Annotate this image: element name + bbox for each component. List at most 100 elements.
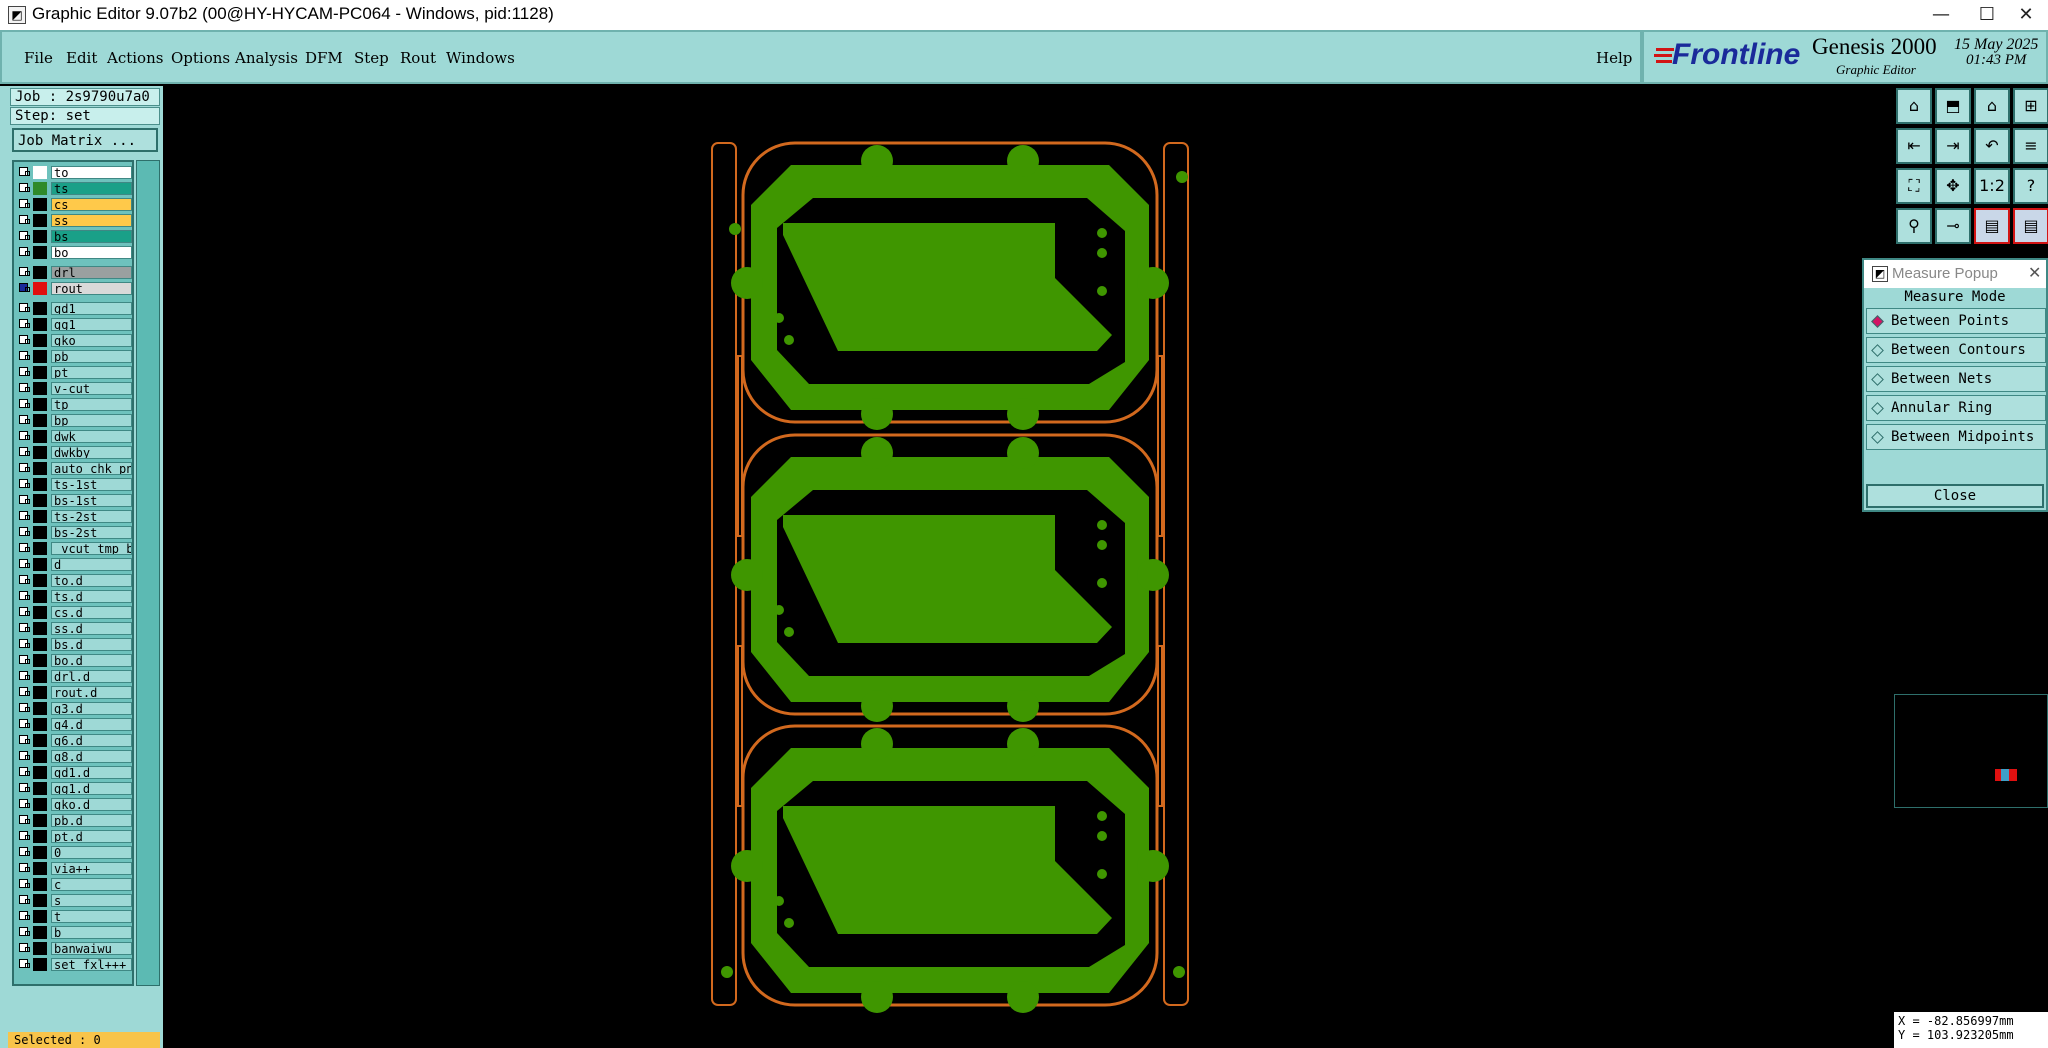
- layer-color-swatch[interactable]: [33, 282, 47, 295]
- layer-color-swatch[interactable]: [33, 894, 47, 907]
- layer-name[interactable]: via++: [51, 862, 132, 875]
- layer-name[interactable]: d: [51, 558, 132, 571]
- layer-checkbox[interactable]: [19, 215, 30, 224]
- layer-color-swatch[interactable]: [33, 830, 47, 843]
- layer-row-bs[interactable]: bs: [16, 230, 132, 243]
- layer-row-ts-2st[interactable]: ts-2st: [16, 510, 132, 523]
- layer-name[interactable]: rout: [51, 282, 132, 295]
- layer-color-swatch[interactable]: [33, 198, 47, 211]
- layer-name[interactable]: gko: [51, 334, 132, 347]
- layer-row-to-d[interactable]: to.d: [16, 574, 132, 587]
- layer-row-bs-1st[interactable]: bs-1st: [16, 494, 132, 507]
- layer-checkbox[interactable]: [19, 247, 30, 256]
- menu-dfm[interactable]: DFM: [305, 49, 343, 67]
- layer-name[interactable]: tp: [51, 398, 132, 411]
- pan-left-icon[interactable]: ⇤: [1896, 128, 1932, 164]
- layer-name[interactable]: bo.d: [51, 654, 132, 667]
- layer-name[interactable]: ts.d: [51, 590, 132, 603]
- layer-compare-2-icon[interactable]: ▤: [2013, 208, 2048, 244]
- layer-name[interactable]: ts-2st: [51, 510, 132, 523]
- layer-checkbox[interactable]: [19, 383, 30, 392]
- layer-color-swatch[interactable]: [33, 350, 47, 363]
- layer-name[interactable]: cs: [51, 198, 132, 211]
- layer-name[interactable]: ss: [51, 214, 132, 227]
- layer-checkbox[interactable]: [19, 367, 30, 376]
- layer-color-swatch[interactable]: [33, 654, 47, 667]
- layer-row-gd1[interactable]: gd1: [16, 302, 132, 315]
- layer-row-ts[interactable]: ts: [16, 182, 132, 195]
- layer-color-swatch[interactable]: [33, 382, 47, 395]
- layer-color-swatch[interactable]: [33, 430, 47, 443]
- layer-color-swatch[interactable]: [33, 230, 47, 243]
- measure-option-between-nets[interactable]: Between Nets: [1866, 366, 2046, 392]
- layer-color-swatch[interactable]: [33, 638, 47, 651]
- layer-row-ts-d[interactable]: ts.d: [16, 590, 132, 603]
- layer-name[interactable]: bs-2st: [51, 526, 132, 539]
- layer-color-swatch[interactable]: [33, 478, 47, 491]
- layer-color-swatch[interactable]: [33, 214, 47, 227]
- zoom-in-icon[interactable]: ⬒: [1935, 88, 1971, 124]
- menu-options[interactable]: Options: [171, 49, 230, 67]
- job-matrix-button[interactable]: Job Matrix ...: [12, 128, 158, 152]
- layer-name[interactable]: gd1: [51, 302, 132, 315]
- layer-name[interactable]: to: [51, 166, 132, 179]
- menu-actions[interactable]: Actions: [107, 49, 163, 67]
- layer-color-swatch[interactable]: [33, 558, 47, 571]
- layer-name[interactable]: v-cut: [51, 382, 132, 395]
- layer-row-bs-d[interactable]: bs.d: [16, 638, 132, 651]
- layer-color-swatch[interactable]: [33, 750, 47, 763]
- layer-row-to[interactable]: to: [16, 166, 132, 179]
- menu-step[interactable]: Step: [354, 49, 389, 67]
- layer-name[interactable]: bp: [51, 414, 132, 427]
- layer-name[interactable]: c: [51, 878, 132, 891]
- layer-color-swatch[interactable]: [33, 266, 47, 279]
- layer-checkbox[interactable]: [19, 879, 30, 888]
- layer-row-rout[interactable]: rout: [16, 282, 132, 295]
- layer-color-swatch[interactable]: [33, 182, 47, 195]
- layer-checkbox[interactable]: [19, 399, 30, 408]
- layer-color-swatch[interactable]: [33, 926, 47, 939]
- menu-windows[interactable]: Windows: [446, 49, 515, 67]
- layer-checkbox[interactable]: [19, 167, 30, 176]
- layer-checkbox[interactable]: [19, 463, 30, 472]
- layer-color-swatch[interactable]: [33, 910, 47, 923]
- close-icon[interactable]: ✕: [2028, 263, 2041, 282]
- layer-color-swatch[interactable]: [33, 798, 47, 811]
- layer-row-ss[interactable]: ss: [16, 214, 132, 227]
- layer-color-swatch[interactable]: [33, 542, 47, 555]
- layer-checkbox[interactable]: [19, 719, 30, 728]
- layer-row-t[interactable]: t: [16, 910, 132, 923]
- layer-row-cs[interactable]: cs: [16, 198, 132, 211]
- layer-row-gg1[interactable]: gg1: [16, 318, 132, 331]
- zoom-home-icon[interactable]: ⌂: [1896, 88, 1932, 124]
- layer-row-bo[interactable]: bo: [16, 246, 132, 259]
- layer-row-dwk[interactable]: dwk: [16, 430, 132, 443]
- layer-name[interactable]: g3.d: [51, 702, 132, 715]
- measure-option-between-midpoints[interactable]: Between Midpoints: [1866, 424, 2046, 450]
- layer-checkbox[interactable]: [19, 283, 30, 292]
- layer-checkbox[interactable]: [19, 703, 30, 712]
- layer-name[interactable]: bo: [51, 246, 132, 259]
- layer-checkbox[interactable]: [19, 231, 30, 240]
- measure-option-between-contours[interactable]: Between Contours: [1866, 337, 2046, 363]
- layer-name[interactable]: bs-1st: [51, 494, 132, 507]
- layer-color-swatch[interactable]: [33, 942, 47, 955]
- layer-checkbox[interactable]: [19, 815, 30, 824]
- layer-checkbox[interactable]: [19, 943, 30, 952]
- connect-icon[interactable]: ⚲: [1896, 208, 1932, 244]
- layer-name[interactable]: bs.d: [51, 638, 132, 651]
- pan-right-icon[interactable]: ⇥: [1935, 128, 1971, 164]
- layer-checkbox[interactable]: [19, 687, 30, 696]
- layer-color-swatch[interactable]: [33, 686, 47, 699]
- layer-row-auto-chk-pn-[interactable]: auto_chk_pn.: [16, 462, 132, 475]
- layer-name[interactable]: gko.d: [51, 798, 132, 811]
- layer-checkbox[interactable]: [19, 671, 30, 680]
- help-query-icon[interactable]: ?: [2013, 168, 2048, 204]
- measure-option-annular-ring[interactable]: Annular Ring: [1866, 395, 2046, 421]
- layer-name[interactable]: ts: [51, 182, 132, 195]
- layer-row-ts-1st[interactable]: ts-1st: [16, 478, 132, 491]
- layer-row-cs-d[interactable]: cs.d: [16, 606, 132, 619]
- layer-row-gg1-d[interactable]: gg1.d: [16, 782, 132, 795]
- layer-color-swatch[interactable]: [33, 246, 47, 259]
- layer-checkbox[interactable]: [19, 415, 30, 424]
